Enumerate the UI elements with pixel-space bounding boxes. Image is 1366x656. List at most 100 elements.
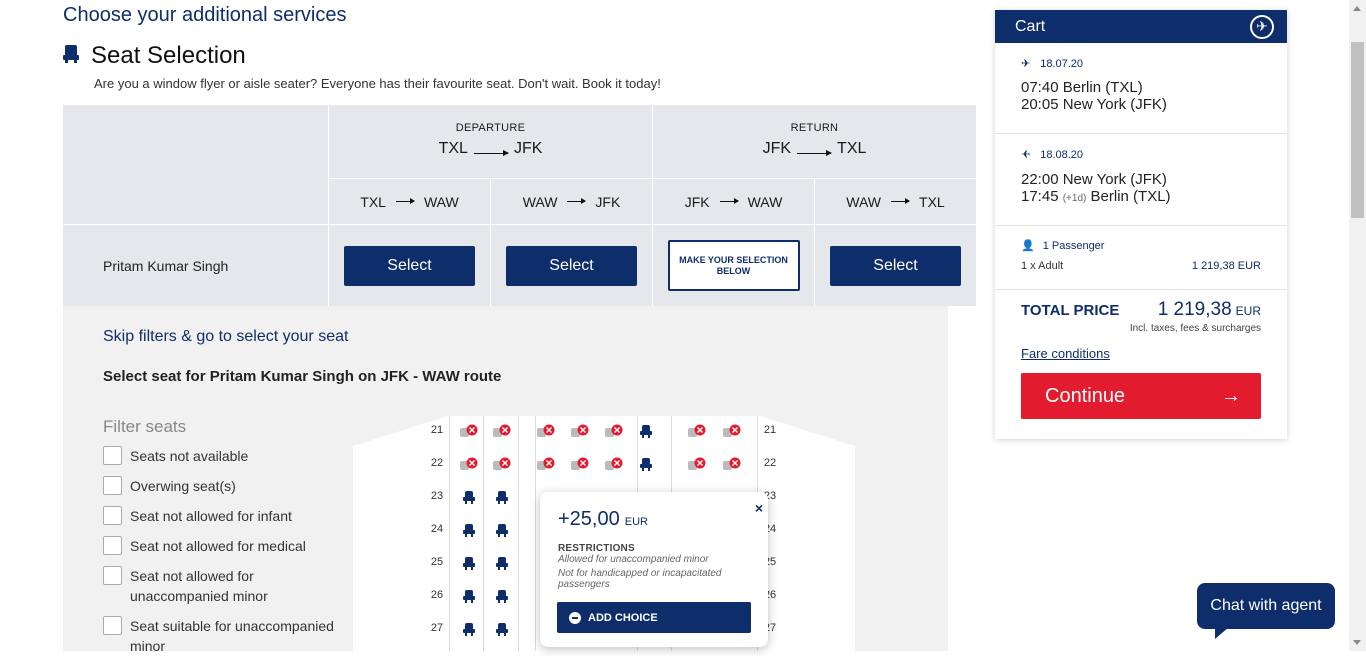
seat-column-divider (449, 416, 450, 651)
leg-from: WAW (846, 193, 882, 210)
seat-column-divider (535, 416, 536, 651)
passenger-price: 1 219,38 EUR (1191, 260, 1261, 272)
make-selection-button[interactable]: MAKE YOUR SELECTION BELOW (667, 240, 800, 291)
filter-label: Seat not allowed for infant (130, 508, 292, 524)
departure-header: DEPARTURE TXL JFK (328, 105, 652, 178)
cart-title: Cart (1015, 17, 1046, 35)
inbound-date: 18.08.20 (1040, 148, 1084, 161)
available-seat-icon[interactable] (635, 421, 657, 441)
skip-filters-link[interactable]: Skip filters & go to select your seat (103, 328, 348, 346)
seat-popup: × +25,00 EUR RESTRICTIONS Allowed for una… (540, 492, 768, 647)
available-seat-icon[interactable] (458, 553, 480, 573)
scroll-down-icon[interactable] (1353, 640, 1361, 645)
add-choice-button[interactable]: ADD CHOICE (557, 602, 751, 633)
arrow-icon (797, 149, 833, 156)
checkbox[interactable] (103, 536, 122, 555)
select-for-heading: Select seat for Pritam Kumar Singh on JF… (103, 368, 502, 385)
continue-label: Continue (1045, 384, 1126, 407)
arrow-right-icon: → (1221, 384, 1241, 407)
total-label: TOTAL PRICE (1021, 302, 1120, 319)
available-seat-icon[interactable] (491, 487, 513, 507)
inbound-trip: ✈ 18.08.20 22:00 New York (JFK) 17:45 (+1… (995, 134, 1287, 226)
section-subtitle: Are you a window flyer or aisle seater? … (94, 76, 661, 91)
filter-option[interactable]: Seats not available (103, 446, 353, 466)
seat-cell: Select (328, 224, 490, 306)
available-seat-icon[interactable] (491, 586, 513, 606)
passenger-detail: 1 x Adult 1 219,38 EUR (1021, 260, 1261, 272)
checkbox[interactable] (103, 566, 122, 585)
filter-title: Filter seats (103, 417, 187, 436)
unavailable-seat-icon (535, 421, 557, 441)
filter-label: Seat not allowed for unaccompanied minor (130, 568, 268, 604)
seat-cell: Select (814, 224, 976, 306)
checkbox[interactable] (103, 446, 122, 465)
filter-option[interactable]: Seat suitable for unaccompanied minor (103, 616, 353, 656)
seat-price-value: +25,00 (558, 508, 620, 530)
passenger-name: Pritam Kumar Singh (63, 224, 328, 306)
select-button[interactable]: Select (506, 245, 637, 286)
leg-from: TXL (360, 193, 386, 210)
unavailable-seat-icon (569, 421, 591, 441)
row-number: 21 (430, 424, 444, 436)
departure-from: TXL (438, 140, 468, 157)
outbound-trip: ✈ 18.07.20 07:40 Berlin (TXL) 20:05 New Y… (995, 43, 1287, 134)
outbound-arrival: 20:05 New York (JFK) (1021, 96, 1167, 113)
filter-option[interactable]: Seat not allowed for infant (103, 506, 353, 526)
leg-to: TXL (919, 193, 945, 210)
flight-seat-grid: Pritam Kumar Singh DEPARTURE TXL JFK RETU… (63, 105, 976, 306)
checkbox[interactable] (103, 616, 122, 635)
select-button[interactable]: Select (344, 245, 475, 286)
available-seat-icon[interactable] (458, 619, 480, 639)
available-seat-icon[interactable] (458, 586, 480, 606)
scrollbar[interactable] (1349, 0, 1366, 651)
close-icon[interactable]: × (755, 500, 763, 516)
return-from: JFK (762, 140, 792, 157)
row-number: 26 (430, 589, 444, 601)
continue-button[interactable]: Continue → (1021, 373, 1261, 419)
outbound-date: 18.07.20 (1040, 57, 1084, 70)
available-seat-icon[interactable] (635, 454, 657, 474)
filter-label: Seat suitable for unaccompanied minor (130, 618, 334, 654)
filter-option[interactable]: Overwing seat(s) (103, 476, 353, 496)
restriction-text: Not for handicapped or incapacitated pas… (558, 568, 722, 590)
inbound-arr-city: Berlin (TXL) (1090, 188, 1171, 205)
filter-label: Overwing seat(s) (130, 478, 236, 494)
available-seat-icon[interactable] (491, 520, 513, 540)
available-seat-icon[interactable] (458, 487, 480, 507)
row-number: 22 (430, 457, 444, 469)
outbound-departure: 07:40 Berlin (TXL) (1021, 79, 1143, 96)
filter-option[interactable]: Seat not allowed for medical (103, 536, 353, 556)
scroll-thumb[interactable] (1351, 42, 1364, 218)
fare-conditions-link[interactable]: Fare conditions (1021, 346, 1110, 361)
leg-from: JFK (684, 193, 710, 210)
select-button[interactable]: Select (830, 245, 961, 286)
available-seat-icon[interactable] (491, 619, 513, 639)
seat-cell: MAKE YOUR SELECTION BELOW (652, 224, 814, 306)
inbound-arrival: 17:45 (+1d) Berlin (TXL) (1021, 188, 1287, 205)
row-number: 23 (430, 490, 444, 502)
unavailable-seat-icon (686, 421, 708, 441)
available-seat-icon[interactable] (458, 520, 480, 540)
seat-column-divider (483, 416, 484, 651)
section-title: Seat Selection (91, 42, 246, 69)
unavailable-seat-icon (491, 454, 513, 474)
inbound-arr-time: 17:45 (1021, 188, 1059, 205)
leg-to: WAW (423, 193, 459, 210)
filter-option[interactable]: Seat not allowed for unaccompanied minor (103, 566, 353, 606)
next-day-badge: (+1d) (1062, 193, 1087, 204)
remove-circle-icon (569, 611, 581, 624)
incl-taxes-note: Incl. taxes, fees & surcharges (1129, 323, 1261, 334)
passenger-icon: 👤 (1021, 240, 1035, 252)
scroll-up-icon[interactable] (1353, 6, 1361, 11)
page-heading: Choose your additional services (63, 4, 347, 26)
filter-label: Seat not allowed for medical (130, 538, 306, 554)
checkbox[interactable] (103, 476, 122, 495)
unavailable-seat-icon (458, 421, 480, 441)
chat-with-agent-button[interactable]: Chat with agent (1197, 583, 1335, 639)
cart-panel: Cart ✈ ✈ 18.07.20 07:40 Berlin (TXL) 20:0… (995, 10, 1287, 439)
available-seat-icon[interactable] (491, 553, 513, 573)
airline-logo-icon: ✈ (1250, 14, 1274, 39)
unavailable-seat-icon (603, 421, 625, 441)
leg-header: WAW TXL (814, 178, 976, 224)
checkbox[interactable] (103, 506, 122, 525)
